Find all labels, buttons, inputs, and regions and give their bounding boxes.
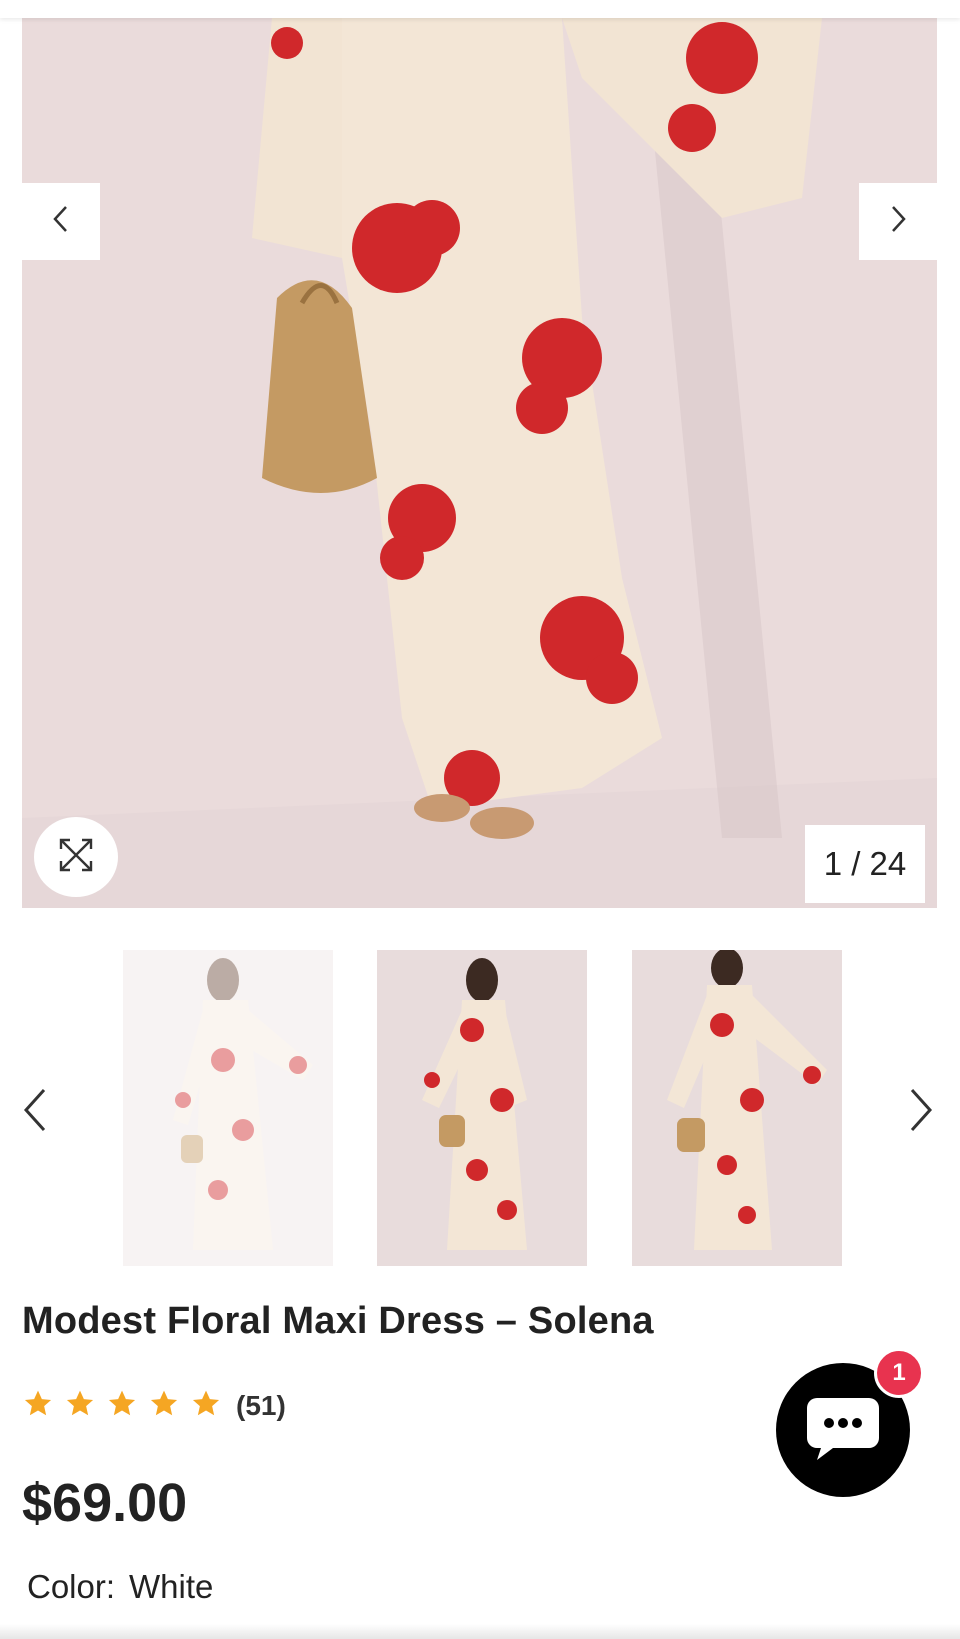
star-icon — [148, 1388, 180, 1425]
star-icon — [106, 1388, 138, 1425]
color-selector-label: Color: White — [27, 1568, 213, 1606]
color-label: Color: — [27, 1568, 116, 1605]
chat-bubble-icon — [803, 1392, 883, 1469]
star-icon — [64, 1388, 96, 1425]
image-counter: 1 / 24 — [805, 825, 925, 903]
zoom-button[interactable] — [34, 817, 118, 897]
chevron-left-icon — [51, 204, 71, 239]
star-icon — [190, 1388, 222, 1425]
star-icon — [22, 1388, 54, 1425]
thumbnail-2[interactable] — [377, 950, 587, 1266]
rating-count: (51) — [236, 1390, 286, 1421]
product-main-image[interactable] — [22, 18, 937, 908]
bottom-bar-edge — [0, 1624, 960, 1639]
expand-icon — [58, 837, 94, 878]
product-rating[interactable]: (51) — [22, 1388, 286, 1424]
thumbnail-1[interactable] — [123, 950, 333, 1266]
dress-photo — [22, 18, 937, 908]
top-bar — [0, 0, 960, 18]
color-value: White — [129, 1568, 214, 1605]
product-price: $69.00 — [22, 1473, 188, 1533]
chat-notification-badge: 1 — [874, 1348, 924, 1398]
rating-stars — [22, 1388, 222, 1425]
thumbnail-strip — [0, 950, 960, 1266]
gallery-next-button[interactable] — [859, 183, 937, 260]
gallery-prev-button[interactable] — [22, 183, 100, 260]
product-title: Modest Floral Maxi Dress – Solena — [22, 1300, 654, 1342]
chevron-right-icon — [888, 204, 908, 239]
thumbnail-3[interactable] — [632, 950, 842, 1266]
